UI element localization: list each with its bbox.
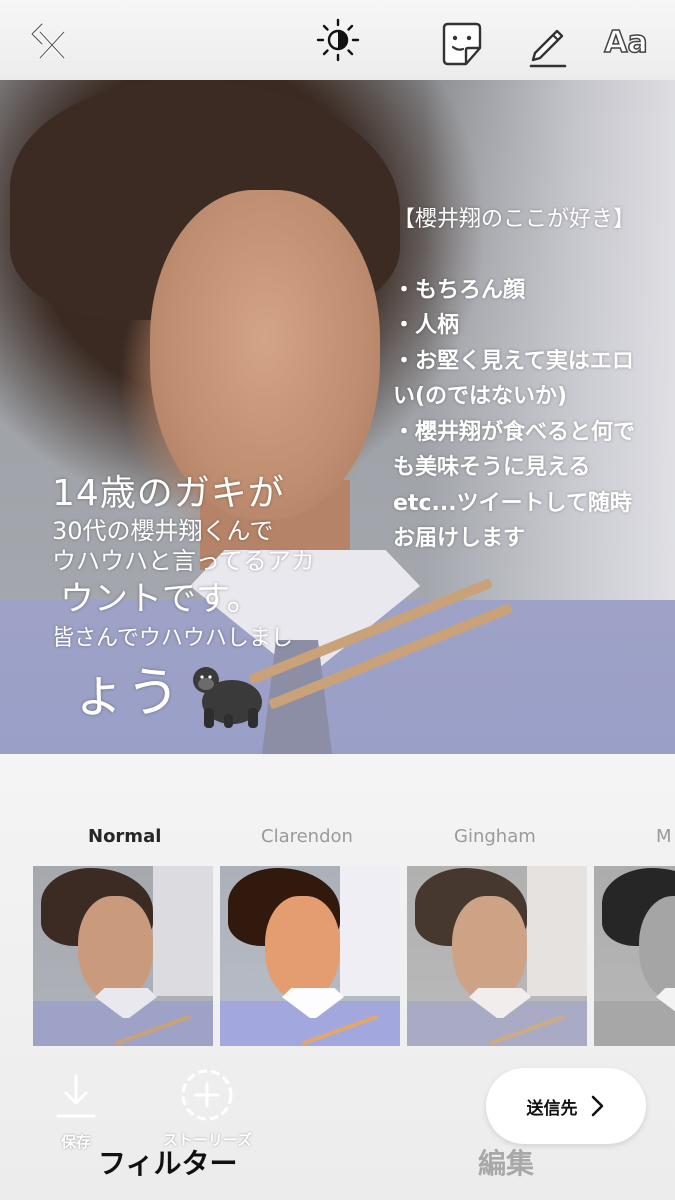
bottom-panel: Normal Clarendon Gingham M 保存 ストーリーズ 送信先…	[0, 754, 675, 1200]
chevron-right-icon	[591, 1095, 603, 1117]
filter-label-normal[interactable]: Normal	[88, 826, 161, 847]
overlay-text-left[interactable]: 14歳のガキが 30代の櫻井翔くんで ウハウハと言ってるアカ ウントです。 皆さ…	[52, 472, 352, 730]
overlay-text-right[interactable]: 【櫻井翔のここが好き】 ・もちろん顔 ・人柄 ・お堅く見えて実はエロ い(のでは…	[393, 202, 675, 557]
overlay-line: ょう	[72, 661, 180, 724]
save-label: 保存	[60, 1133, 91, 1151]
overlay-line: お届けします	[393, 526, 526, 551]
overlay-line-last: ょう	[72, 656, 352, 730]
overlay-line: い(のではないか)	[393, 384, 568, 409]
overlay-line: ウントです。	[60, 579, 261, 619]
editor-toolbar: Aa	[0, 0, 675, 80]
filter-label-gingham[interactable]: Gingham	[454, 826, 536, 847]
download-icon	[56, 1074, 96, 1118]
overlay-line: 14歳のガキが	[52, 473, 285, 514]
save-button[interactable]: 保存	[46, 1066, 106, 1156]
sticker-icon[interactable]	[434, 16, 490, 72]
back-close-icon[interactable]	[16, 14, 72, 70]
overlay-line: ・櫻井翔が食べると何で	[393, 419, 636, 445]
tab-edit[interactable]: 編集	[478, 1142, 534, 1182]
overlay-line: etc...ツイートして随時	[393, 490, 632, 516]
pen-icon[interactable]	[518, 16, 574, 72]
filter-thumb-normal[interactable]	[33, 866, 213, 1046]
filter-label-moon[interactable]: M	[656, 826, 672, 847]
add-story-icon	[181, 1069, 233, 1121]
overlay-line: ・人柄	[393, 313, 460, 338]
filter-labels: Normal Clarendon Gingham M	[0, 826, 675, 856]
text-tool-button[interactable]: Aa	[594, 14, 658, 70]
overlay-heading: 【櫻井翔のここが好き】	[393, 207, 636, 232]
overlay-line: ウハウハと言ってるアカ	[52, 547, 315, 575]
send-to-button[interactable]: 送信先	[486, 1068, 646, 1144]
filter-thumb-gingham[interactable]	[407, 866, 587, 1046]
tab-filter[interactable]: フィルター	[98, 1142, 237, 1182]
photo-face	[150, 190, 380, 520]
overlay-line: ・もちろん顔	[393, 277, 526, 303]
filter-thumb-moon[interactable]	[594, 866, 675, 1046]
filter-thumbnails	[0, 866, 675, 1046]
overlay-line: も美味そうに見える	[393, 455, 591, 480]
filter-thumb-clarendon[interactable]	[220, 866, 400, 1046]
text-tool-label: Aa	[604, 24, 649, 61]
brightness-icon[interactable]	[310, 12, 366, 68]
overlay-line: ・お堅く見えて実はエロ	[393, 348, 634, 374]
filter-label-clarendon[interactable]: Clarendon	[261, 826, 353, 847]
overlay-line: 皆さんでウハウハしまし	[52, 626, 293, 651]
overlay-line: 30代の櫻井翔くんで	[52, 517, 274, 545]
photo-canvas[interactable]: 14歳のガキが 30代の櫻井翔くんで ウハウハと言ってるアカ ウントです。 皆さ…	[0, 80, 675, 754]
send-label: 送信先	[526, 1098, 578, 1119]
gorilla-icon	[193, 667, 262, 728]
